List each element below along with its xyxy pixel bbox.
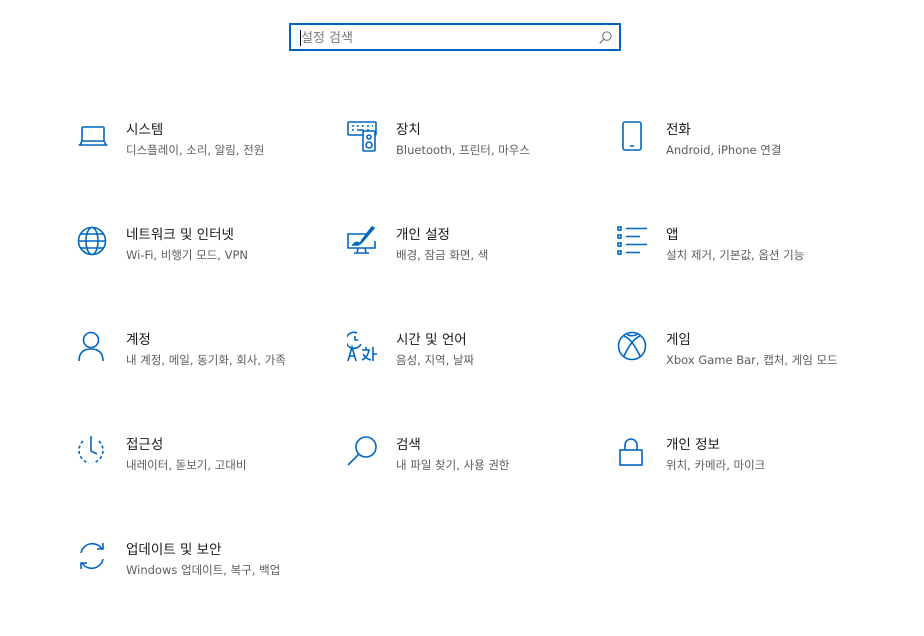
tile-title: 네트워크 및 인터넷 xyxy=(126,227,234,243)
time-language-icon xyxy=(347,331,379,363)
tile-description: Xbox Game Bar, 캡처, 게임 모드 xyxy=(666,353,838,367)
text-caret xyxy=(300,30,301,46)
personalization-icon xyxy=(347,226,379,258)
globe-icon xyxy=(77,226,109,258)
lock-icon xyxy=(617,436,649,468)
apps-list-icon xyxy=(617,226,649,258)
tile-title: 시스템 xyxy=(126,122,164,138)
search-magnifier-icon xyxy=(347,436,379,468)
tile-title: 업데이트 및 보안 xyxy=(126,542,222,558)
tile-description: 내 파일 찾기, 사용 권한 xyxy=(396,458,510,472)
tile-description: 배경, 잠금 화면, 색 xyxy=(396,248,489,262)
tile-privacy[interactable]: 개인 정보 위치, 카메라, 마이크 xyxy=(617,436,867,506)
tile-title: 개인 설정 xyxy=(396,227,450,243)
tile-description: Android, iPhone 연결 xyxy=(666,143,782,157)
tile-description: 내레이터, 돋보기, 고대비 xyxy=(126,458,247,472)
tile-description: 내 계정, 메일, 동기화, 회사, 가족 xyxy=(126,353,286,367)
tile-network[interactable]: 네트워크 및 인터넷 Wi-Fi, 비행기 모드, VPN xyxy=(77,226,327,296)
tile-description: Bluetooth, 프린터, 마우스 xyxy=(396,143,530,157)
tile-gaming[interactable]: 게임 Xbox Game Bar, 캡처, 게임 모드 xyxy=(617,331,867,401)
tile-ease-of-access[interactable]: 접근성 내레이터, 돋보기, 고대비 xyxy=(77,436,327,506)
tile-accounts[interactable]: 계정 내 계정, 메일, 동기화, 회사, 가족 xyxy=(77,331,327,401)
tile-apps[interactable]: 앱 설치 제거, 기본값, 옵션 기능 xyxy=(617,226,867,296)
tile-description: Wi-Fi, 비행기 모드, VPN xyxy=(126,248,249,262)
tile-description: 음성, 지역, 날짜 xyxy=(396,353,475,367)
tile-search[interactable]: 검색 내 파일 찾기, 사용 권한 xyxy=(347,436,597,506)
tile-title: 전화 xyxy=(666,122,691,138)
tile-description: 위치, 카메라, 마이크 xyxy=(666,458,766,472)
search-input[interactable] xyxy=(301,28,591,48)
tile-phone[interactable]: 전화 Android, iPhone 연결 xyxy=(617,121,867,191)
tile-title: 시간 및 언어 xyxy=(396,332,467,348)
tile-title: 검색 xyxy=(396,437,421,453)
tile-personalization[interactable]: 개인 설정 배경, 잠금 화면, 색 xyxy=(347,226,597,296)
tile-title: 접근성 xyxy=(126,437,164,453)
tile-title: 앱 xyxy=(666,227,679,243)
search-icon[interactable] xyxy=(598,30,613,45)
phone-icon xyxy=(617,121,649,153)
tile-description: 설치 제거, 기본값, 옵션 기능 xyxy=(666,248,805,262)
xbox-icon xyxy=(617,331,649,363)
ease-of-access-icon xyxy=(77,436,109,468)
tile-devices[interactable]: 장치 Bluetooth, 프린터, 마우스 xyxy=(347,121,597,191)
tile-description: 디스플레이, 소리, 알림, 전원 xyxy=(126,143,265,157)
tile-title: 게임 xyxy=(666,332,691,348)
tile-title: 개인 정보 xyxy=(666,437,720,453)
settings-search-box[interactable] xyxy=(289,23,621,51)
tile-time-language[interactable]: 시간 및 언어 음성, 지역, 날짜 xyxy=(347,331,597,401)
tile-update-security[interactable]: 업데이트 및 보안 Windows 업데이트, 복구, 백업 xyxy=(77,541,327,611)
person-icon xyxy=(77,331,109,363)
sync-icon xyxy=(77,541,109,573)
tile-title: 계정 xyxy=(126,332,151,348)
tile-description: Windows 업데이트, 복구, 백업 xyxy=(126,563,281,577)
tile-system[interactable]: 시스템 디스플레이, 소리, 알림, 전원 xyxy=(77,121,327,191)
laptop-icon xyxy=(77,121,109,153)
devices-icon xyxy=(347,121,379,153)
tile-title: 장치 xyxy=(396,122,421,138)
